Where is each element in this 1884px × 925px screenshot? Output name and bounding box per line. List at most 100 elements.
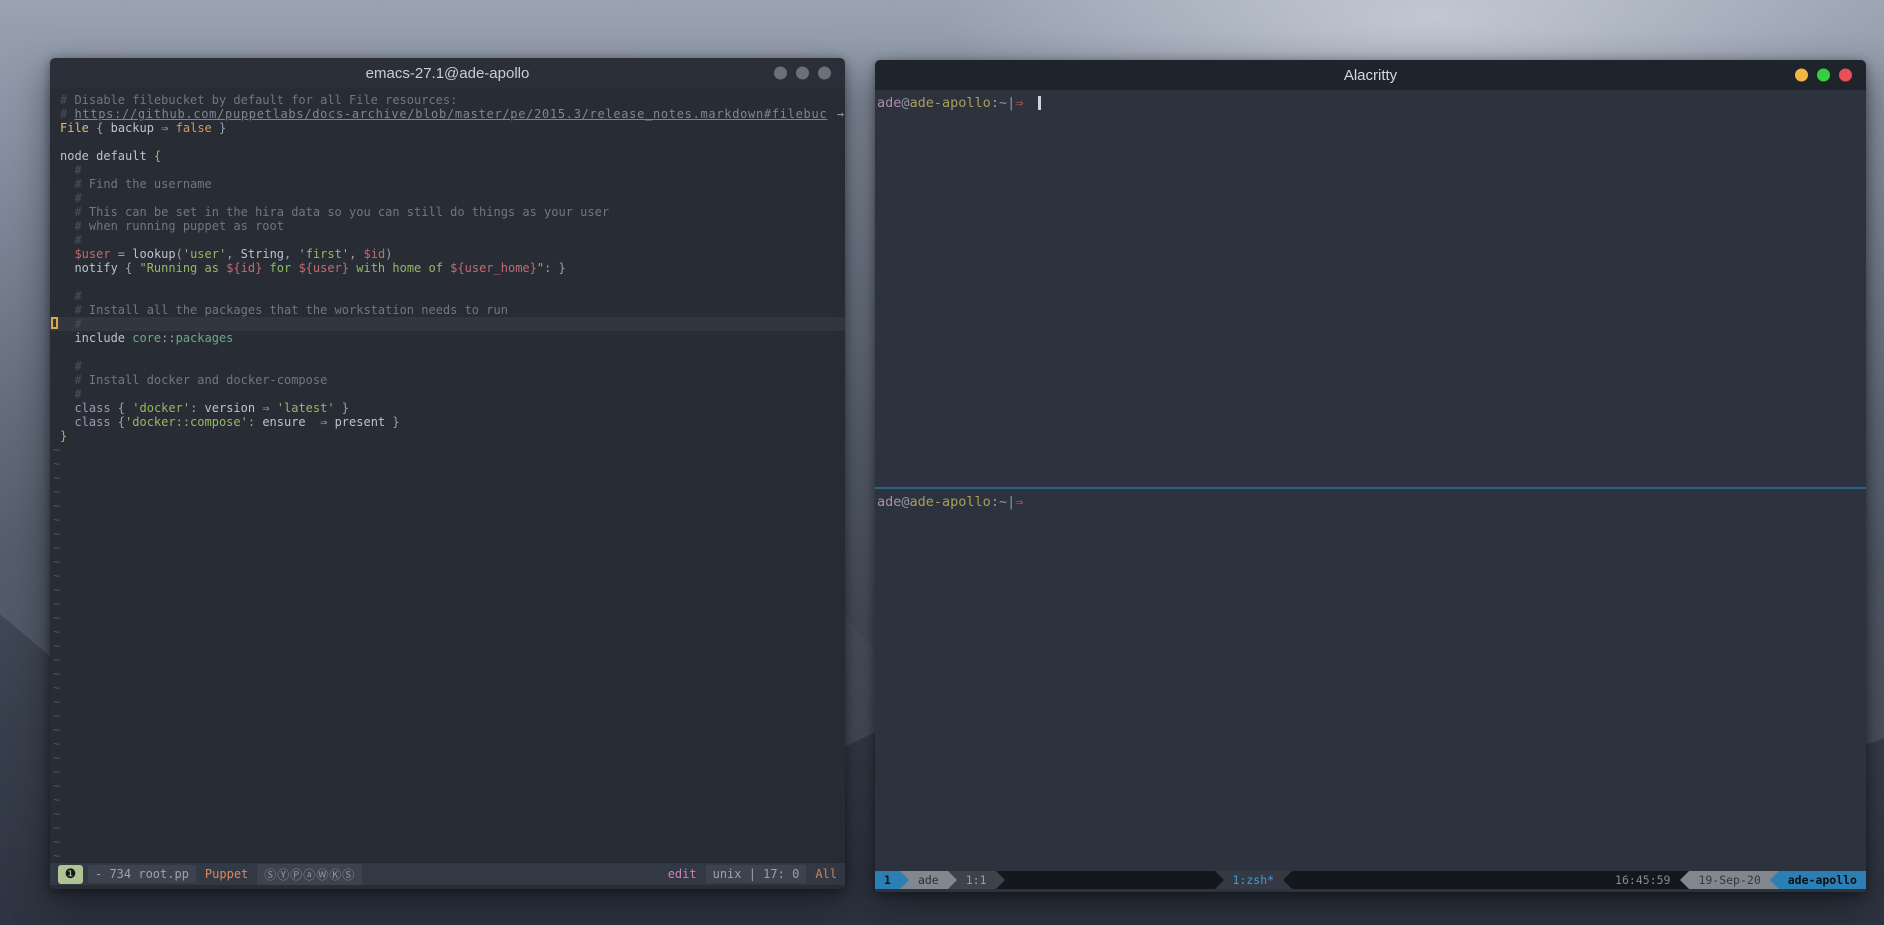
empty-line-indicator: ~ bbox=[50, 527, 845, 541]
empty-line-indicator: ~ bbox=[50, 625, 845, 639]
powerline-arrow-icon bbox=[996, 871, 1005, 889]
tmux-left-segment: ade bbox=[909, 871, 948, 889]
empty-line-indicator: ~ bbox=[50, 653, 845, 667]
edit-state-label: edit bbox=[668, 867, 697, 881]
code-line: # bbox=[50, 233, 845, 247]
emacs-window: emacs-27.1@ade-apollo # Disable filebuck… bbox=[50, 58, 845, 889]
powerline-arrow-icon bbox=[900, 871, 909, 889]
tmux-pane-top[interactable]: ade@ade-apollo:~|⇒ bbox=[875, 90, 1866, 487]
code-line: File { backup ⇒ false } bbox=[50, 121, 845, 135]
code-line: # bbox=[50, 359, 845, 373]
empty-line-indicator: ~ bbox=[50, 569, 845, 583]
emacs-window-buttons bbox=[774, 67, 831, 80]
tmux-hostname: ade-apollo bbox=[1779, 871, 1866, 889]
line-truncation-icon: → bbox=[837, 107, 844, 121]
alacritty-close-button[interactable] bbox=[1839, 69, 1852, 82]
shell-prompt: ade@ade-apollo:~|⇒ bbox=[877, 494, 1023, 510]
code-line: # bbox=[50, 387, 845, 401]
desktop: { "emacs": { "title": "emacs-27.1@ade-ap… bbox=[0, 0, 1884, 925]
empty-line-indicator: ~ bbox=[50, 723, 845, 737]
code-line: $user = lookup('user', String, 'first', … bbox=[50, 247, 845, 261]
terminal-body: ade@ade-apollo:~|⇒ ade@ade-apollo:~|⇒ 1a… bbox=[875, 90, 1866, 892]
powerline-arrow-icon bbox=[1283, 871, 1292, 889]
buffer-state-icon: ❶ bbox=[58, 865, 83, 884]
emacs-body: # Disable filebucket by default for all … bbox=[50, 88, 845, 889]
emacs-close-button[interactable] bbox=[818, 67, 831, 80]
empty-line-indicator: ~ bbox=[50, 597, 845, 611]
empty-line-indicator: ~ bbox=[50, 541, 845, 555]
empty-line-indicator: ~ bbox=[50, 793, 845, 807]
powerline-arrow-icon bbox=[1770, 871, 1779, 889]
code-line: node default { bbox=[50, 149, 845, 163]
empty-line-indicator: ~ bbox=[50, 555, 845, 569]
code-line: # Find the username bbox=[50, 177, 845, 191]
tmux-window-tab[interactable]: 1:zsh* bbox=[1224, 871, 1284, 889]
empty-line-indicator: ~ bbox=[50, 639, 845, 653]
empty-line-indicator: ~ bbox=[50, 849, 845, 862]
tmux-pane-bottom[interactable]: ade@ade-apollo:~|⇒ bbox=[875, 489, 1866, 871]
code-line bbox=[50, 345, 845, 359]
emacs-maximize-button[interactable] bbox=[796, 67, 809, 80]
empty-line-indicator: ~ bbox=[50, 667, 845, 681]
alacritty-minimize-button[interactable] bbox=[1795, 69, 1808, 82]
major-mode-label[interactable]: Puppet bbox=[205, 867, 248, 881]
empty-line-indicator: ~ bbox=[50, 681, 845, 695]
empty-line-indicator: ~ bbox=[50, 751, 845, 765]
code-line: class {'docker::compose': ensure ⇒ prese… bbox=[50, 415, 845, 429]
powerline-arrow-icon bbox=[1680, 871, 1689, 889]
empty-line-indicator: ~ bbox=[50, 513, 845, 527]
minor-modes-icons: ⓈⓎⓅⓐⓌⓀⓈ bbox=[257, 864, 362, 885]
empty-line-indicator: ~ bbox=[50, 807, 845, 821]
buffer-info: - 734 root.pp bbox=[88, 865, 196, 883]
code-line: notify { "Running as ${id} for ${user} w… bbox=[50, 261, 845, 275]
empty-line-indicator: ~ bbox=[50, 443, 845, 457]
empty-line-indicator: ~ bbox=[50, 583, 845, 597]
code-line bbox=[50, 275, 845, 289]
empty-line-indicator: ~ bbox=[50, 779, 845, 793]
echo-area bbox=[50, 885, 845, 889]
alacritty-maximize-button[interactable] bbox=[1817, 69, 1830, 82]
tmux-bar-spacer bbox=[1292, 871, 1605, 889]
powerline-arrow-icon bbox=[948, 871, 957, 889]
encoding-position-label: unix | 17: 0 bbox=[706, 865, 807, 883]
code-line: # bbox=[50, 289, 845, 303]
empty-line-indicator: ~ bbox=[50, 485, 845, 499]
powerline-arrow-icon bbox=[1215, 871, 1224, 889]
alacritty-window-title: Alacritty bbox=[1344, 67, 1397, 84]
tmux-clock: 16:45:59 bbox=[1605, 871, 1680, 889]
alacritty-window-buttons bbox=[1795, 69, 1852, 82]
emacs-titlebar[interactable]: emacs-27.1@ade-apollo bbox=[50, 58, 845, 88]
code-line: →# https://github.com/puppetlabs/docs-ar… bbox=[50, 107, 845, 121]
tmux-left-segment: 1:1 bbox=[957, 871, 996, 889]
emacs-cursor bbox=[51, 317, 58, 329]
tmux-left-segment: 1 bbox=[875, 871, 900, 889]
empty-line-indicator: ~ bbox=[50, 737, 845, 751]
scroll-position-label: All bbox=[815, 867, 837, 881]
emacs-minimize-button[interactable] bbox=[774, 67, 787, 80]
terminal-cursor bbox=[1038, 96, 1041, 110]
code-line: # when running puppet as root bbox=[50, 219, 845, 233]
code-line bbox=[50, 135, 845, 149]
empty-line-indicator: ~ bbox=[50, 835, 845, 849]
code-area[interactable]: # Disable filebucket by default for all … bbox=[50, 88, 845, 862]
empty-line-indicator: ~ bbox=[50, 821, 845, 835]
code-line: # Install docker and docker-compose bbox=[50, 373, 845, 387]
code-line: class { 'docker': version ⇒ 'latest' } bbox=[50, 401, 845, 415]
empty-line-indicator: ~ bbox=[50, 471, 845, 485]
empty-line-indicator: ~ bbox=[50, 709, 845, 723]
code-line: # bbox=[50, 191, 845, 205]
alacritty-titlebar[interactable]: Alacritty bbox=[875, 60, 1866, 90]
code-line: # bbox=[50, 317, 845, 331]
tmux-date: 19-Sep-20 bbox=[1689, 871, 1769, 889]
emacs-modeline: ❶ - 734 root.pp Puppet ⓈⓎⓅⓐⓌⓀⓈ edit unix… bbox=[50, 862, 845, 885]
code-line: # Disable filebucket by default for all … bbox=[50, 93, 845, 107]
empty-line-indicator: ~ bbox=[50, 765, 845, 779]
empty-line-indicator: ~ bbox=[50, 611, 845, 625]
code-line: # Install all the packages that the work… bbox=[50, 303, 845, 317]
tmux-bar-spacer bbox=[1005, 871, 1215, 889]
code-line: include core::packages bbox=[50, 331, 845, 345]
emacs-window-title: emacs-27.1@ade-apollo bbox=[366, 65, 530, 82]
code-line: } bbox=[50, 429, 845, 443]
code-line: # bbox=[50, 163, 845, 177]
code-line: # This can be set in the hira data so yo… bbox=[50, 205, 845, 219]
